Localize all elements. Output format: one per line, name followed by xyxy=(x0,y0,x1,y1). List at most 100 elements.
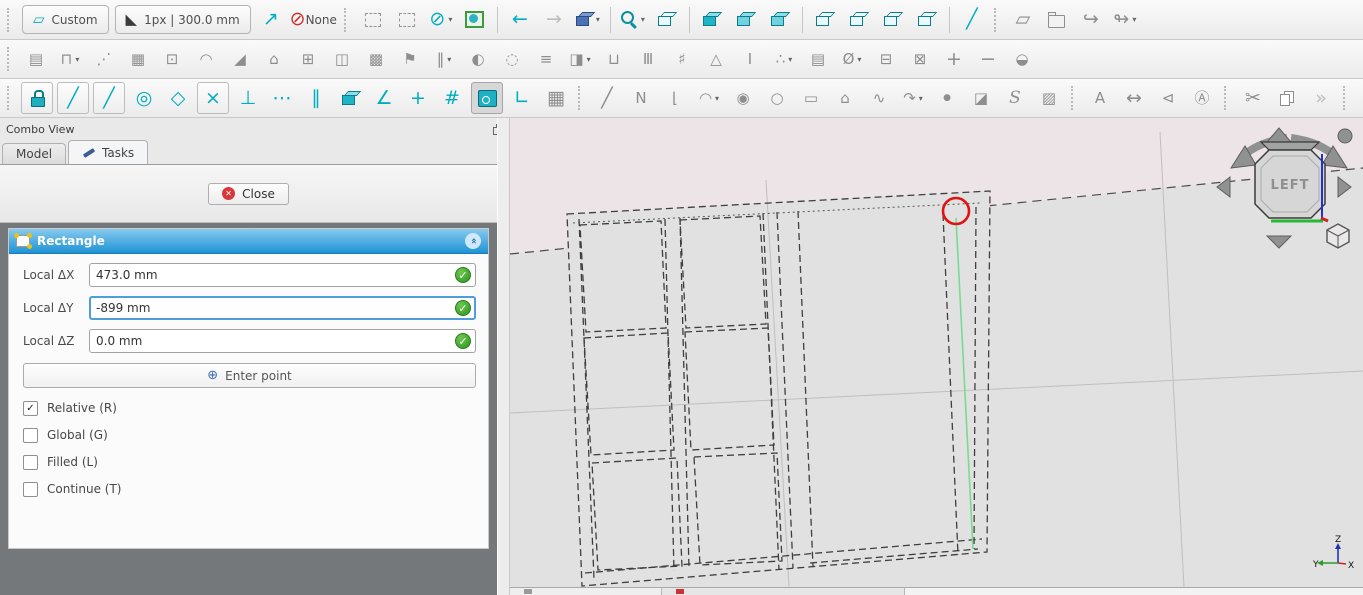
nav-cube-top-face[interactable] xyxy=(1261,142,1319,150)
arch-pipe-icon[interactable]: ‖▾ xyxy=(429,44,459,74)
draft-label-icon[interactable]: ⊲ xyxy=(1153,83,1183,113)
navigate-forward-icon[interactable]: → xyxy=(539,5,569,35)
local-delta-x-input[interactable] xyxy=(89,263,476,287)
draft-arc-icon-dropdown[interactable]: ▾ xyxy=(715,94,719,103)
draft-circle-icon[interactable]: ◉ xyxy=(728,83,758,113)
enter-point-button[interactable]: ⊕ Enter point xyxy=(23,363,476,388)
relative-checkbox[interactable] xyxy=(23,401,38,416)
draft-polygon-icon[interactable]: ⌂ xyxy=(830,83,860,113)
arch-profile-icon[interactable]: Ⅰ xyxy=(735,44,765,74)
open-folder-icon[interactable] xyxy=(1042,5,1072,35)
arch-rebar-icon[interactable]: ⋰ xyxy=(89,44,119,74)
document-tab-start[interactable] xyxy=(510,588,662,595)
draft-fillet-icon[interactable]: ⌊ xyxy=(660,83,690,113)
share-icon[interactable]: ↬▾ xyxy=(1110,5,1140,35)
toolbar3-handle-2[interactable] xyxy=(578,86,585,110)
zoom-tools-icon[interactable]: ▾ xyxy=(618,5,648,35)
3d-viewport[interactable]: LEFT Z Y X xyxy=(510,118,1363,595)
arch-material-icon-dropdown[interactable]: ▾ xyxy=(788,55,792,64)
snap-ortho-icon[interactable]: + xyxy=(403,83,433,113)
snap-center-icon[interactable]: ◎ xyxy=(129,83,159,113)
toolbar1-handle[interactable] xyxy=(7,8,14,32)
copy-icon[interactable] xyxy=(1272,83,1302,113)
toolbar3-handle[interactable] xyxy=(7,86,14,110)
arch-wall-opening-icon[interactable]: ◨▾ xyxy=(565,44,595,74)
view-left-icon[interactable] xyxy=(912,5,942,35)
arch-buildingpart-icon[interactable]: ◫ xyxy=(327,44,357,74)
refine-shape-icon[interactable]: ▱ xyxy=(1008,5,1038,35)
measure-icon[interactable]: ╱ xyxy=(957,5,987,35)
snap-angle-icon[interactable]: ◇ xyxy=(163,83,193,113)
sync-3d-view-icon[interactable] xyxy=(460,5,490,35)
snap-dimensions-icon[interactable]: ∟ xyxy=(507,83,537,113)
snap-endpoint-icon[interactable]: ╱ xyxy=(57,82,89,114)
toolbar3-handle-5[interactable] xyxy=(1343,86,1350,110)
arch-grid-icon[interactable]: ▩ xyxy=(361,44,391,74)
snap-extension-icon[interactable]: # xyxy=(437,83,467,113)
snap-intersection-icon[interactable]: × xyxy=(197,82,229,114)
snap-lock-icon[interactable] xyxy=(21,82,53,114)
arch-wall-opening-icon-dropdown[interactable]: ▾ xyxy=(587,55,591,64)
working-plane-button[interactable]: ▱Custom xyxy=(22,5,109,34)
arch-material-icon[interactable]: ∴▾ xyxy=(769,44,799,74)
rectangle-section-header[interactable]: Rectangle « xyxy=(9,229,488,254)
continue-checkbox[interactable] xyxy=(23,482,38,497)
toggle-grid-icon[interactable] xyxy=(471,82,503,114)
fit-all-icon[interactable] xyxy=(652,5,682,35)
nav-cube-face-label[interactable]: LEFT xyxy=(1271,178,1310,193)
draft-rectangle-icon[interactable]: ▭ xyxy=(796,83,826,113)
nav-up-arrow[interactable] xyxy=(1267,128,1291,142)
grid-settings-icon[interactable]: ▦ xyxy=(541,83,571,113)
snap-midpoint-icon[interactable]: ╱ xyxy=(93,82,125,114)
nav-down-arrow[interactable] xyxy=(1267,236,1291,248)
draft-bspline-icon[interactable]: ∿ xyxy=(864,83,894,113)
arch-equipment-icon[interactable]: ⊔ xyxy=(599,44,629,74)
arch-pipe-fitting-icon[interactable]: Ø▾ xyxy=(837,44,867,74)
arch-stairs-icon[interactable]: ≡ xyxy=(531,44,561,74)
arch-truss-icon[interactable]: △ xyxy=(701,44,731,74)
local-delta-y-input[interactable] xyxy=(89,296,476,320)
macro-record-icon[interactable] xyxy=(1357,83,1363,113)
draft-line-icon[interactable]: ╱ xyxy=(592,83,622,113)
nav-menu-dot-icon[interactable] xyxy=(1338,129,1352,143)
box-selection-icon[interactable] xyxy=(392,5,422,35)
snap-near-icon[interactable]: ⋯ xyxy=(267,83,297,113)
close-button[interactable]: ✕ Close xyxy=(208,183,289,205)
arch-window-icon[interactable]: ⊡ xyxy=(157,44,187,74)
zoom-tools-icon-dropdown[interactable]: ▾ xyxy=(641,15,645,24)
snap-working-plane-icon[interactable] xyxy=(335,83,365,113)
draft-dimension-icon[interactable]: ↔ xyxy=(1119,83,1149,113)
view-axonometric-icon[interactable] xyxy=(697,5,727,35)
arch-section-plane-icon[interactable]: ◐ xyxy=(463,44,493,74)
arch-building-icon[interactable]: ⌂ xyxy=(259,44,289,74)
toolbar1-handle-2[interactable] xyxy=(344,8,351,32)
toolbar3-handle-4[interactable] xyxy=(1224,86,1231,110)
panel-splitter[interactable] xyxy=(497,118,510,595)
toolbar2-handle[interactable] xyxy=(7,47,14,71)
snap-special-icon[interactable]: ∠ xyxy=(369,83,399,113)
clipping-plane-icon[interactable]: ⊘▾ xyxy=(426,5,456,35)
arch-survey-icon[interactable]: ◒ xyxy=(1007,44,1037,74)
global-checkbox[interactable] xyxy=(23,428,38,443)
arch-schedule-icon[interactable]: ▤ xyxy=(803,44,833,74)
arch-panel-icon[interactable]: ⚑ xyxy=(395,44,425,74)
toolbar3-handle-3[interactable] xyxy=(1071,86,1078,110)
snap-parallel-icon[interactable]: ∥ xyxy=(301,83,331,113)
arch-pipe-fitting-icon-dropdown[interactable]: ▾ xyxy=(857,55,861,64)
linked-object-jump-icon-dropdown[interactable]: ▾ xyxy=(596,15,600,24)
arch-column-icon[interactable]: Ⅲ xyxy=(633,44,663,74)
line-width-scale-button[interactable]: ◣1px | 300.0 mm xyxy=(115,5,251,34)
nav-left-arrow[interactable] xyxy=(1217,177,1230,197)
toolbar-overflow-icon[interactable]: » xyxy=(1306,83,1336,113)
arch-reference-icon[interactable]: ⊞ xyxy=(293,44,323,74)
draft-bezier-icon-dropdown[interactable]: ▾ xyxy=(919,94,923,103)
navigation-cube[interactable]: LEFT xyxy=(1209,124,1359,264)
share-icon-dropdown[interactable]: ▾ xyxy=(1132,15,1136,24)
arch-structure-icon-dropdown[interactable]: ▾ xyxy=(75,55,79,64)
view-top-icon[interactable] xyxy=(765,5,795,35)
box-zoom-icon[interactable] xyxy=(358,5,388,35)
draft-facebinder-icon[interactable]: ◪ xyxy=(966,83,996,113)
arch-remove-component-icon[interactable]: − xyxy=(973,44,1003,74)
export-icon[interactable]: ↪ xyxy=(1076,5,1106,35)
cut-icon[interactable]: ✂ xyxy=(1238,83,1268,113)
